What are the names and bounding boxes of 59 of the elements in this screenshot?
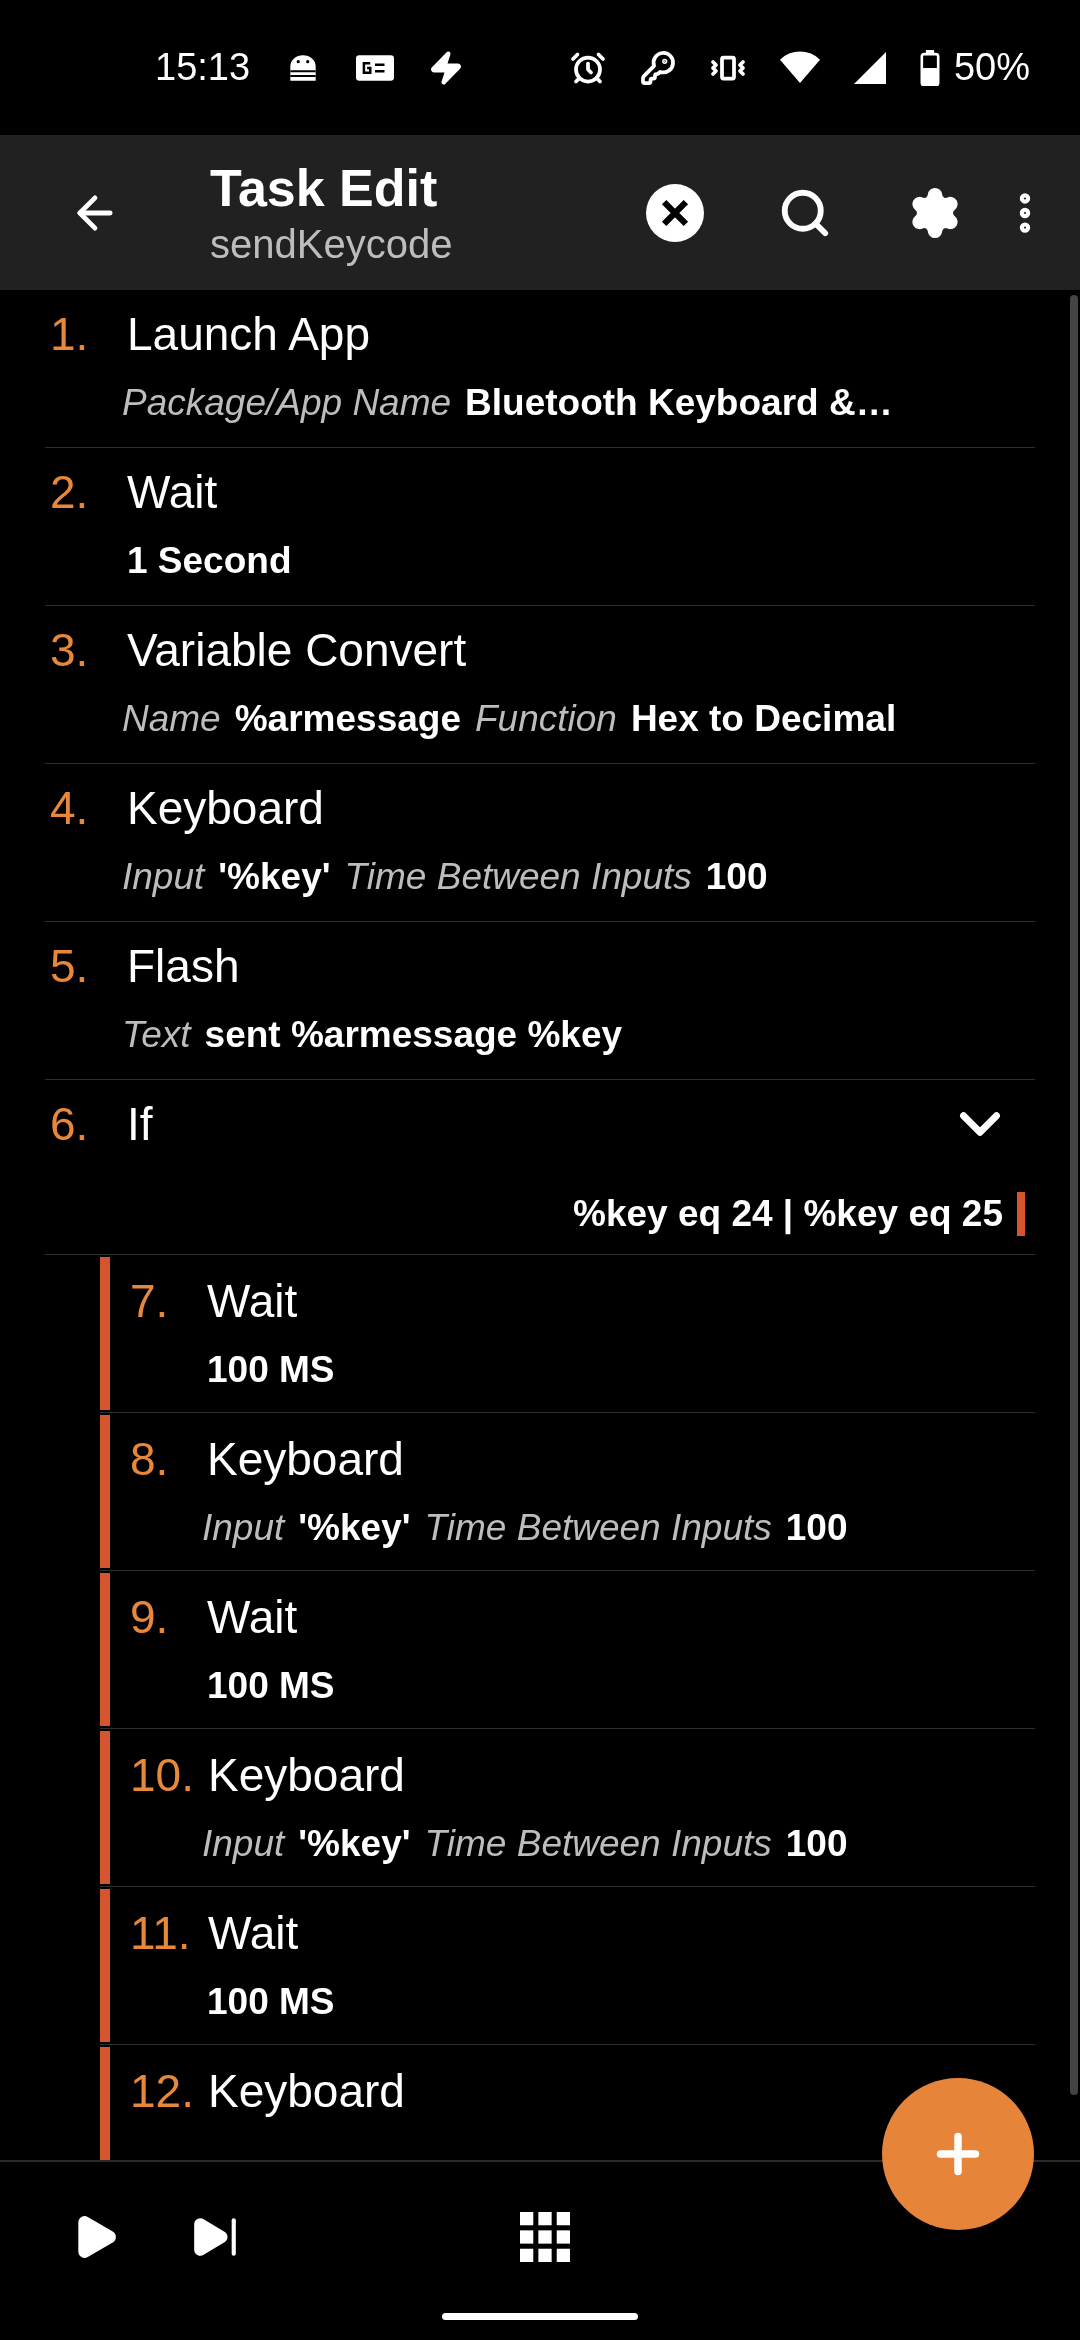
action-name[interactable]: Variable Convert	[127, 623, 467, 677]
wifi-icon	[779, 50, 820, 85]
action-name[interactable]: Launch App	[127, 307, 370, 361]
parameter-value: Hex to Decimal	[630, 698, 897, 740]
signal-icon	[853, 51, 886, 84]
clock: 15:13	[155, 46, 251, 89]
key-icon	[639, 49, 676, 86]
parameter-value: Bluetooth Keyboard &…	[465, 382, 893, 424]
parameter-label: Time Between Inputs	[424, 1823, 772, 1865]
step-number: 7.	[130, 1274, 170, 1328]
action-name[interactable]: Wait	[127, 465, 218, 519]
parameter-value: 100 MS	[207, 1349, 335, 1391]
action-name[interactable]: Keyboard	[207, 1432, 404, 1486]
step-number: 4.	[50, 781, 90, 835]
step-number: 1.	[50, 307, 90, 361]
action-name[interactable]: Wait	[207, 1274, 298, 1328]
action-name[interactable]: Keyboard	[208, 1748, 405, 1802]
action-name[interactable]: If	[127, 1097, 153, 1151]
step-number: 8.	[130, 1432, 170, 1486]
parameter-label: Function	[474, 698, 617, 740]
step-number: 11.	[130, 1906, 192, 1960]
parameter-value: 100 MS	[207, 1981, 335, 2023]
parameter-label: Input	[122, 856, 205, 898]
parameter-label: Input	[202, 1823, 285, 1865]
parameter-label: Text	[122, 1014, 191, 1056]
parameter-value: sent %armessage %key	[204, 1014, 623, 1056]
parameter-label: Name	[122, 698, 221, 740]
battery-level: 50%	[953, 46, 1030, 89]
parameter-value: '%key'	[298, 1823, 411, 1865]
action-name[interactable]: Keyboard	[127, 781, 324, 835]
parameter-value: 1 Second	[127, 540, 292, 582]
step-number: 10.	[130, 1748, 195, 1802]
action-name[interactable]: Flash	[127, 939, 240, 993]
task-name: sendKeycode	[210, 220, 454, 268]
parameter-value: %armessage	[234, 698, 461, 740]
action-name[interactable]: Wait	[208, 1906, 299, 1960]
screen-title: Task Edit	[210, 157, 439, 219]
action-name[interactable]: Keyboard	[208, 2064, 405, 2118]
parameter-value: 100	[785, 1823, 848, 1865]
step-number: 2.	[50, 465, 90, 519]
parameter-label: Input	[202, 1507, 285, 1549]
action-name[interactable]: Wait	[207, 1590, 298, 1644]
parameter-value: '%key'	[218, 856, 331, 898]
parameter-label: Time Between Inputs	[424, 1507, 772, 1549]
step-number: 5.	[50, 939, 90, 993]
condition-text: %key eq 24 | %key eq 25	[573, 1193, 1003, 1235]
step-number: 6.	[50, 1097, 90, 1151]
block-marker	[1017, 1192, 1025, 1236]
battery-icon	[919, 49, 940, 86]
step-number: 12.	[130, 2064, 195, 2118]
parameter-value: '%key'	[298, 1507, 411, 1549]
parameter-value: 100 MS	[207, 1665, 335, 1707]
parameter-value: 100	[785, 1507, 848, 1549]
card-icon	[356, 52, 395, 83]
step-number: 9.	[130, 1590, 170, 1644]
parameter-label: Package/App Name	[122, 382, 452, 424]
parameter-label: Time Between Inputs	[344, 856, 692, 898]
step-number: 3.	[50, 623, 90, 677]
parameter-value: 100	[705, 856, 768, 898]
